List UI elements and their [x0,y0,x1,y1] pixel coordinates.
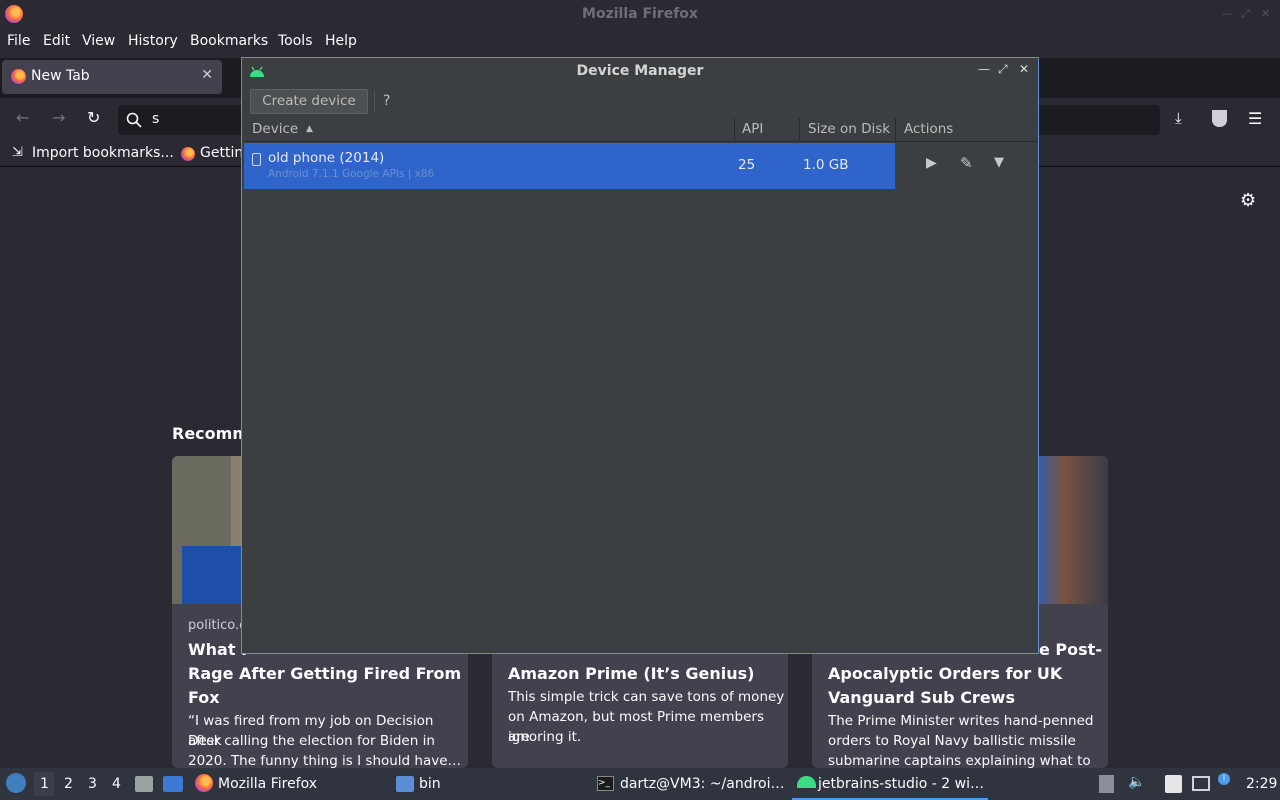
story-source: politico.c [188,618,247,633]
settings-gear-icon[interactable]: ⚙ [1240,190,1256,211]
menu-bookmarks[interactable]: Bookmarks [190,33,268,49]
close-icon[interactable]: ✕ [1261,7,1270,20]
phone-device-icon [252,153,261,166]
menu-hamburger-icon[interactable]: ☰ [1248,109,1262,128]
tab-label: New Tab [31,68,90,84]
recommended-heading: Recomm [172,424,249,443]
story-desc-line: This simple trick can save tons of money [508,689,785,705]
task-bin[interactable]: bin [419,776,441,792]
download-icon[interactable]: ⤓ [1175,109,1182,127]
story-desc-line: The Prime Minister writes hand-penned [828,713,1094,729]
workspace-2[interactable]: 2 [64,776,73,792]
back-arrow-icon[interactable]: ← [16,108,29,127]
device-subtitle: Android 7.1.1 Google APIs | x86 [268,168,435,180]
story-title-line: Rage After Getting Fired From [188,664,462,683]
folder-icon [396,776,414,792]
story-desc-line: ignoring it. [508,729,582,745]
menu-tools[interactable]: Tools [278,33,313,49]
toolbar-separator [374,91,375,111]
story-desc-line: after calling the election for Biden in [188,733,435,749]
search-icon [126,112,142,128]
menu-history[interactable]: History [128,33,178,49]
minimize-icon[interactable]: — [978,62,990,76]
column-size-on-disk[interactable]: Size on Disk [808,121,890,137]
task-firefox[interactable]: Mozilla Firefox [218,776,317,792]
sort-ascending-icon: ▲ [306,124,313,134]
device-name: old phone (2014) [268,150,385,166]
volume-icon[interactable]: 🔈 [1128,774,1145,790]
android-studio-icon [797,776,816,788]
dialog-titlebar[interactable]: Device Manager — ⤢ ✕ [242,58,1038,86]
story-title-line: Fox [188,688,220,707]
story-title-line: Apocalyptic Orders for UK [828,664,1063,683]
device-api: 25 [738,157,756,173]
taskbar: 1 2 3 4 Mozilla Firefox bin >_ dartz@VM3… [0,768,1280,800]
story-desc-line: orders to Royal Navy ballistic missile [828,733,1076,749]
url-input-text: s [152,111,160,127]
device-size: 1.0 GB [803,157,849,173]
workspace-1[interactable]: 1 [40,776,49,792]
table-row[interactable]: old phone (2014) Android 7.1.1 Google AP… [244,143,895,189]
story-title-line: What I [188,640,248,659]
menu-file[interactable]: File [7,33,30,49]
clock: 2:29 [1246,776,1278,792]
device-manager-dialog: Device Manager — ⤢ ✕ Create device ? Dev… [241,57,1039,654]
maximize-icon[interactable]: ⤢ [1241,7,1250,21]
close-icon[interactable]: ✕ [1019,62,1029,76]
column-divider [799,118,800,142]
reload-icon[interactable]: ↻ [87,108,100,127]
forward-arrow-icon[interactable]: → [52,108,65,127]
terminal-icon: >_ [597,776,614,791]
notification-icon[interactable]: ! [1218,773,1230,785]
import-icon: ⇲ [12,145,23,160]
story-desc-line: 2020. The funny thing is I should have… [188,753,462,768]
column-device[interactable]: Device [252,121,298,137]
menubar: File Edit View History Bookmarks Tools H… [0,30,1280,54]
menu-help[interactable]: Help [325,33,357,49]
chevron-down-icon[interactable]: ▼ [994,155,1004,170]
desktop-icon[interactable] [163,776,183,792]
story-title-line: e Post- [1039,640,1102,659]
workspace-3[interactable]: 3 [88,776,97,792]
close-tab-icon[interactable]: ✕ [201,67,213,83]
window-title: Mozilla Firefox [582,6,698,22]
ublock-shield-icon[interactable] [1212,110,1227,127]
workspace-4[interactable]: 4 [112,776,121,792]
create-device-button[interactable]: Create device [250,89,368,114]
tab-new-tab[interactable]: New Tab ✕ [2,60,222,94]
story-title-line: Vanguard Sub Crews [828,688,1015,707]
column-divider [895,118,896,142]
network-icon[interactable] [1192,776,1210,791]
column-api[interactable]: API [742,121,763,137]
clipboard-icon[interactable] [1165,775,1182,793]
bookmark-import[interactable]: Import bookmarks... [32,145,174,161]
help-button[interactable]: ? [383,93,390,109]
menu-edit[interactable]: Edit [43,33,70,49]
story-title-line: Amazon Prime (It’s Genius) [508,664,755,683]
minimize-icon[interactable]: — [1222,7,1233,20]
bookmark-getting-started[interactable]: Gettin [200,145,243,161]
launch-play-icon[interactable]: ▶ [926,155,937,171]
column-divider [734,118,735,142]
tray-icon[interactable] [1099,775,1114,793]
dialog-title: Device Manager [576,63,704,79]
story-desc-line: submarine captains explaining what to … [828,753,1091,768]
column-actions: Actions [904,121,954,137]
firefox-bookmark-icon [181,147,195,161]
edit-pencil-icon[interactable]: ✎ [960,154,973,172]
maximize-icon[interactable]: ⤢ [998,62,1008,77]
menu-view[interactable]: View [82,33,115,49]
task-terminal[interactable]: dartz@VM3: ~/androi… [620,776,784,792]
file-manager-icon[interactable] [135,776,153,792]
start-menu-icon[interactable] [6,773,26,793]
table-header: Device ▲ API Size on Disk Actions [244,116,1038,142]
firefox-titlebar: Mozilla Firefox — ⤢ ✕ [0,0,1280,30]
firefox-task-icon [195,774,213,792]
task-jetbrains-studio[interactable]: jetbrains-studio - 2 wi… [818,776,984,792]
firefox-tab-icon [11,69,26,84]
